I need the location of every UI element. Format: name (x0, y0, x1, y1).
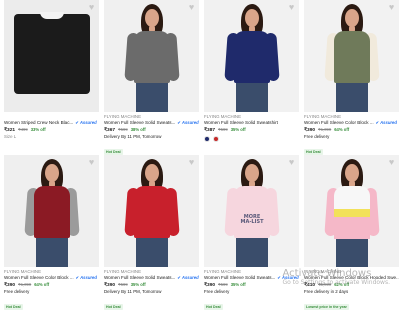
delivery-info: Delivery By 11 PM, Tomorrow (104, 289, 162, 294)
product-card[interactable]: MORE MA-LIST ♥ FLYING MACHINE Women Full Sl… (204, 155, 299, 311)
delivery-info: Free delivery in 2 days (304, 289, 349, 294)
price-row: ₹367 ₹599 38% off (104, 126, 199, 134)
wishlist-heart-icon[interactable]: ♥ (387, 158, 396, 167)
product-card[interactable]: ♥ FLYING MACHINE Women Full Sleeve Solid S… (104, 155, 199, 311)
wishlist-heart-icon[interactable]: ♥ (187, 158, 196, 167)
product-image[interactable]: ♥ (304, 0, 399, 112)
model-figure (122, 0, 182, 112)
product-card[interactable]: ♥ FLYING MACHINE Women Full Sleeve Solid S… (204, 0, 299, 142)
product-image[interactable]: ♥ (204, 0, 299, 112)
product-image[interactable]: ♥ (104, 0, 199, 112)
product-image[interactable]: ♥ (304, 155, 399, 267)
selling-price: ₹390 (204, 283, 216, 288)
product-image[interactable]: ♥ (4, 0, 99, 112)
selling-price: ₹390 (4, 283, 16, 288)
original-price: ₹599 (118, 127, 128, 132)
deal-badge: Hot Deal (104, 304, 123, 310)
discount-percent: 35% off (230, 282, 246, 287)
model-figure (122, 155, 182, 267)
original-price: ₹599 (218, 127, 228, 132)
original-price: ₹1,099 (18, 282, 32, 287)
discount-percent: 64% off (34, 282, 50, 287)
wishlist-heart-icon[interactable]: ♥ (287, 3, 296, 12)
watermark-subtitle: Go to Settings to activate Windows. (282, 279, 390, 286)
price-row: ₹390 ₹599 35% off (104, 281, 199, 289)
delivery-info: Free delivery (4, 289, 30, 294)
price-row: ₹387 ₹599 35% off (204, 126, 299, 134)
product-image[interactable]: ♥ (104, 155, 199, 267)
wishlist-heart-icon[interactable]: ♥ (187, 3, 196, 12)
assured-badge-icon: Assured (376, 120, 397, 126)
model-figure (13, 0, 90, 112)
discount-percent: 38% off (130, 127, 146, 132)
original-price: ₹599 (118, 282, 128, 287)
discount-percent: 64% off (334, 127, 350, 132)
delivery-info: Free delivery (304, 134, 330, 139)
price-row: ₹321 ₹499 33% off (4, 126, 99, 134)
size-label: Size L (4, 134, 17, 139)
price-row: ₹390 ₹1,099 64% off (4, 281, 99, 289)
product-card[interactable]: ♥ FLYING MACHINE Women Full Sleeve Solid S… (104, 0, 199, 158)
color-swatch[interactable] (213, 136, 219, 142)
watermark-title: Activate Windows (282, 268, 372, 279)
assured-badge-icon: Assured (76, 275, 97, 281)
selling-price: ₹321 (4, 128, 16, 133)
selling-price: ₹367 (104, 128, 116, 133)
product-card[interactable]: ♥Women Striped Crew Neck Blac...Assured₹… (4, 0, 99, 140)
product-image[interactable]: MORE MA-LIST ♥ (204, 155, 299, 267)
wishlist-heart-icon[interactable]: ♥ (87, 158, 96, 167)
selling-price: ₹387 (204, 128, 216, 133)
discount-percent: 35% off (130, 282, 146, 287)
original-price: ₹1,099 (318, 127, 332, 132)
color-block-pink (334, 217, 370, 239)
discount-percent: 33% off (30, 127, 46, 132)
tshirt-print-text: MORE MA-LIST (240, 214, 264, 225)
product-card[interactable]: ♥ FLYING MACHINE Women Full Sleeve Color B… (304, 0, 399, 158)
original-price: ₹499 (18, 127, 28, 132)
product-card[interactable]: ♥ FLYING MACHINE Women Full Sleeve Color B… (304, 155, 399, 311)
model-figure (222, 155, 282, 267)
product-image[interactable]: ♥ (4, 155, 99, 267)
deal-badge: Hot Deal (4, 304, 23, 310)
selling-price: ₹390 (304, 128, 316, 133)
wishlist-heart-icon[interactable]: ♥ (387, 3, 396, 12)
assured-badge-icon: Assured (75, 120, 97, 126)
windows-activation-watermark: Activate Windows Go to Settings to activ… (283, 268, 390, 287)
discount-percent: 35% off (230, 127, 246, 132)
model-figure (222, 0, 282, 112)
original-price: ₹599 (218, 282, 228, 287)
wishlist-heart-icon[interactable]: ♥ (87, 3, 96, 12)
deal-badge: Hot Deal (204, 304, 223, 310)
delivery-info: Delivery By 11 PM, Tomorrow (104, 134, 162, 139)
color-block-yellow (334, 209, 370, 217)
assured-badge-icon: Assured (177, 120, 199, 126)
color-swatch[interactable] (204, 136, 210, 142)
product-grid: ♥Women Striped Crew Neck Blac...Assured₹… (0, 0, 400, 311)
assured-badge-icon: Assured (177, 275, 199, 281)
wishlist-heart-icon[interactable]: ♥ (287, 158, 296, 167)
model-figure (322, 0, 382, 112)
model-figure (22, 155, 82, 267)
color-swatches (204, 136, 299, 142)
price-row: ₹390 ₹1,099 64% off (304, 126, 399, 134)
selling-price: ₹390 (104, 283, 116, 288)
delivery-info: Free delivery (204, 289, 230, 294)
product-card[interactable]: ♥ FLYING MACHINE Women Full Sleeve Color B… (4, 155, 99, 311)
deal-badge: Lowest price in the year (304, 304, 349, 310)
